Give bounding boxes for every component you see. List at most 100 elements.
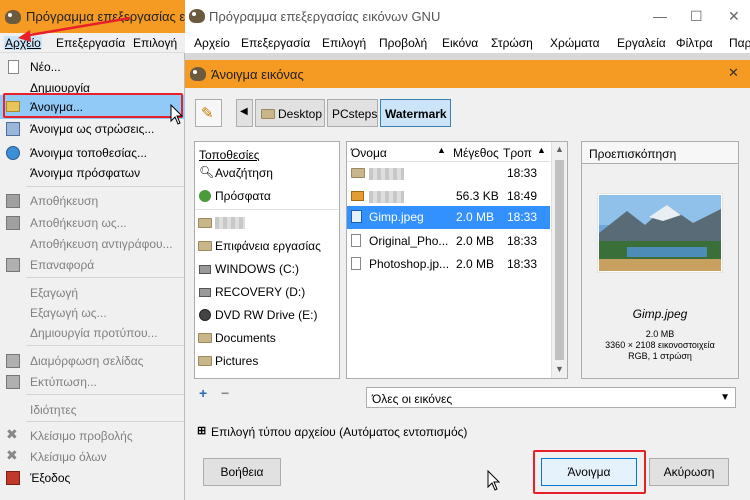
dialog-titlebar[interactable]: Άνοιγμα εικόνας ✕	[185, 60, 750, 88]
file-icon	[351, 234, 361, 247]
place-pictures[interactable]: Pictures	[195, 350, 339, 373]
folder-icon	[198, 333, 212, 343]
place-user-home[interactable]	[195, 212, 339, 235]
close-icon: ✖	[6, 426, 18, 442]
menu-view[interactable]: Προβολή	[379, 36, 427, 50]
main-menubar: Αρχείο Επεξεργασία Επιλογή Προβολή Εικόν…	[185, 33, 750, 53]
folder-icon	[198, 218, 212, 228]
file-menu: Νέο... Δημιουργία Άνοιγμα... Άνοιγμα ως …	[0, 53, 185, 500]
menu-item-export[interactable]: Εξαγωγή	[0, 282, 185, 304]
menu-item-quit[interactable]: Έξοδος	[0, 467, 185, 489]
menu-item-open-as-layers[interactable]: Άνοιγμα ως στρώσεις...	[0, 118, 185, 140]
remove-place-icon[interactable]: −	[221, 385, 229, 401]
column-size[interactable]: Μέγεθος	[453, 146, 499, 160]
file-row[interactable]: 56.3 KB 18:49	[347, 185, 550, 208]
type-location-button[interactable]: ✎	[195, 99, 222, 127]
place-drive-d[interactable]: RECOVERY (D:)	[195, 281, 339, 304]
menu-item-export-as[interactable]: Εξαγωγή ως...	[0, 302, 185, 324]
menu-item-save-copy[interactable]: Αποθήκευση αντιγράφου...	[0, 233, 185, 255]
minimize-icon[interactable]: —	[653, 8, 667, 24]
sort-asc-icon: ▲	[537, 145, 546, 155]
file-type-expander[interactable]: ⊞ Επιλογή τύπου αρχείου (Αυτόματος εντοπ…	[195, 424, 545, 440]
gimp-icon	[190, 67, 206, 81]
preview-header: Προεπισκόπηση	[582, 142, 738, 164]
menu-item-open-recent[interactable]: Άνοιγμα πρόσφατων	[0, 162, 185, 184]
menu-tools[interactable]: Εργαλεία	[617, 36, 666, 50]
path-button-pcsteps[interactable]: PCsteps	[327, 99, 378, 127]
column-name[interactable]: Όνομα	[351, 146, 387, 160]
mouse-cursor-icon	[487, 470, 501, 491]
menu-colors[interactable]: Χρώματα	[550, 36, 600, 50]
annotation-box-open	[3, 93, 183, 118]
column-modified[interactable]: Τροπ	[503, 146, 532, 160]
maximize-icon[interactable]: ☐	[690, 8, 703, 25]
scroll-up-icon[interactable]: ▲	[555, 144, 564, 154]
sort-asc-icon: ▲	[437, 145, 446, 155]
file-list-scrollbar[interactable]: ▲ ▼	[551, 142, 567, 378]
menu-item-create-template[interactable]: Δημιουργία προτύπου...	[0, 322, 185, 344]
menu-item-properties[interactable]: Ιδιότητες	[0, 399, 185, 421]
place-documents[interactable]: Documents	[195, 327, 339, 350]
folder-icon	[351, 168, 365, 178]
chevron-down-icon: ▼	[720, 392, 730, 403]
add-place-icon[interactable]: +	[199, 385, 207, 401]
place-drive-c[interactable]: WINDOWS (C:)	[195, 258, 339, 281]
menu-separator	[26, 345, 184, 346]
path-button-desktop[interactable]: Desktop	[255, 99, 325, 127]
main-window-canvas	[185, 53, 750, 60]
dvd-icon	[199, 309, 211, 321]
menu-item-save[interactable]: Αποθήκευση	[0, 190, 185, 212]
file-row[interactable]: 18:33	[347, 162, 550, 185]
menu-separator	[26, 421, 184, 422]
folder-icon	[261, 109, 275, 119]
place-desktop[interactable]: Επιφάνεια εργασίας	[195, 235, 339, 258]
annotation-arrow	[18, 16, 131, 42]
revert-icon	[6, 258, 20, 272]
menu-item-close-view[interactable]: ✖ Κλείσιμο προβολής	[0, 425, 185, 447]
close-all-icon: ✖	[6, 447, 18, 463]
scrollbar-thumb[interactable]	[555, 160, 564, 360]
menu-item-print[interactable]: Εκτύπωση...	[0, 371, 185, 393]
chevron-left-icon: ◀	[240, 106, 248, 117]
menu-separator	[26, 186, 184, 187]
path-button-watermark[interactable]: Watermark	[380, 99, 451, 127]
menu-item-page-setup[interactable]: Διαμόρφωση σελίδας	[0, 350, 185, 372]
layers-icon	[6, 122, 20, 136]
new-file-icon	[8, 60, 19, 74]
menu-image[interactable]: Εικόνα	[442, 36, 478, 50]
file-row[interactable]: Photoshop.jp... 2.0 MB 18:33	[347, 253, 550, 276]
file-row-selected[interactable]: Gimp.jpeg 2.0 MB 18:33	[347, 206, 550, 229]
cancel-button[interactable]: Ακύρωση	[649, 458, 729, 486]
file-list-header: Όνομα ▲ Μέγεθος Τροπ ▲	[347, 142, 550, 162]
preview-panel: Προεπισκόπηση Gimp.jpeg 2.0 MB 3360 × 21…	[581, 141, 739, 379]
file-filter-select[interactable]: Όλες οι εικόνες ▼	[366, 387, 736, 408]
menu-windows[interactable]: Παρ	[729, 36, 750, 50]
place-dvd-drive[interactable]: DVD RW Drive (E:)	[195, 304, 339, 327]
menu-item-close-all[interactable]: ✖ Κλείσιμο όλων	[0, 446, 185, 468]
search-icon: 🔍︎	[199, 165, 215, 179]
scroll-down-icon[interactable]: ▼	[555, 364, 564, 374]
place-search[interactable]: 🔍︎ Αναζήτηση	[195, 162, 339, 185]
menu-layer[interactable]: Στρώση	[491, 36, 533, 50]
place-recent[interactable]: Πρόσφατα	[195, 185, 339, 208]
menu-item-revert[interactable]: Επαναφορά	[0, 254, 185, 276]
dialog-close-icon[interactable]: ✕	[728, 65, 739, 81]
menu-select[interactable]: Επιλογή	[322, 36, 366, 50]
preview-size: 2.0 MB	[645, 329, 675, 339]
close-window-icon[interactable]: ✕	[728, 8, 740, 25]
help-button[interactable]: Βοήθεια	[203, 458, 281, 486]
menu-edit[interactable]: Επεξεργασία	[241, 36, 310, 50]
print-icon	[6, 375, 20, 389]
page-setup-icon	[6, 354, 20, 368]
file-list-panel: Όνομα ▲ Μέγεθος Τροπ ▲ 18:33 56.3 KB 18:…	[346, 141, 568, 379]
menu-filters[interactable]: Φίλτρα	[676, 36, 713, 50]
menu-item-open-location[interactable]: Άνοιγμα τοποθεσίας...	[0, 142, 185, 164]
main-window-titlebar[interactable]: Πρόγραμμα επεξεργασίας εικόνων GNU — ☐ ✕	[185, 0, 750, 33]
file-row[interactable]: Original_Pho... 2.0 MB 18:33	[347, 230, 550, 253]
menu-item-save-as[interactable]: Αποθήκευση ως...	[0, 212, 185, 234]
path-back-button[interactable]: ◀	[236, 99, 253, 127]
save-icon	[6, 194, 20, 208]
drive-icon	[199, 265, 211, 274]
blurred-label	[369, 191, 404, 203]
menu-file[interactable]: Αρχείο	[194, 36, 230, 50]
